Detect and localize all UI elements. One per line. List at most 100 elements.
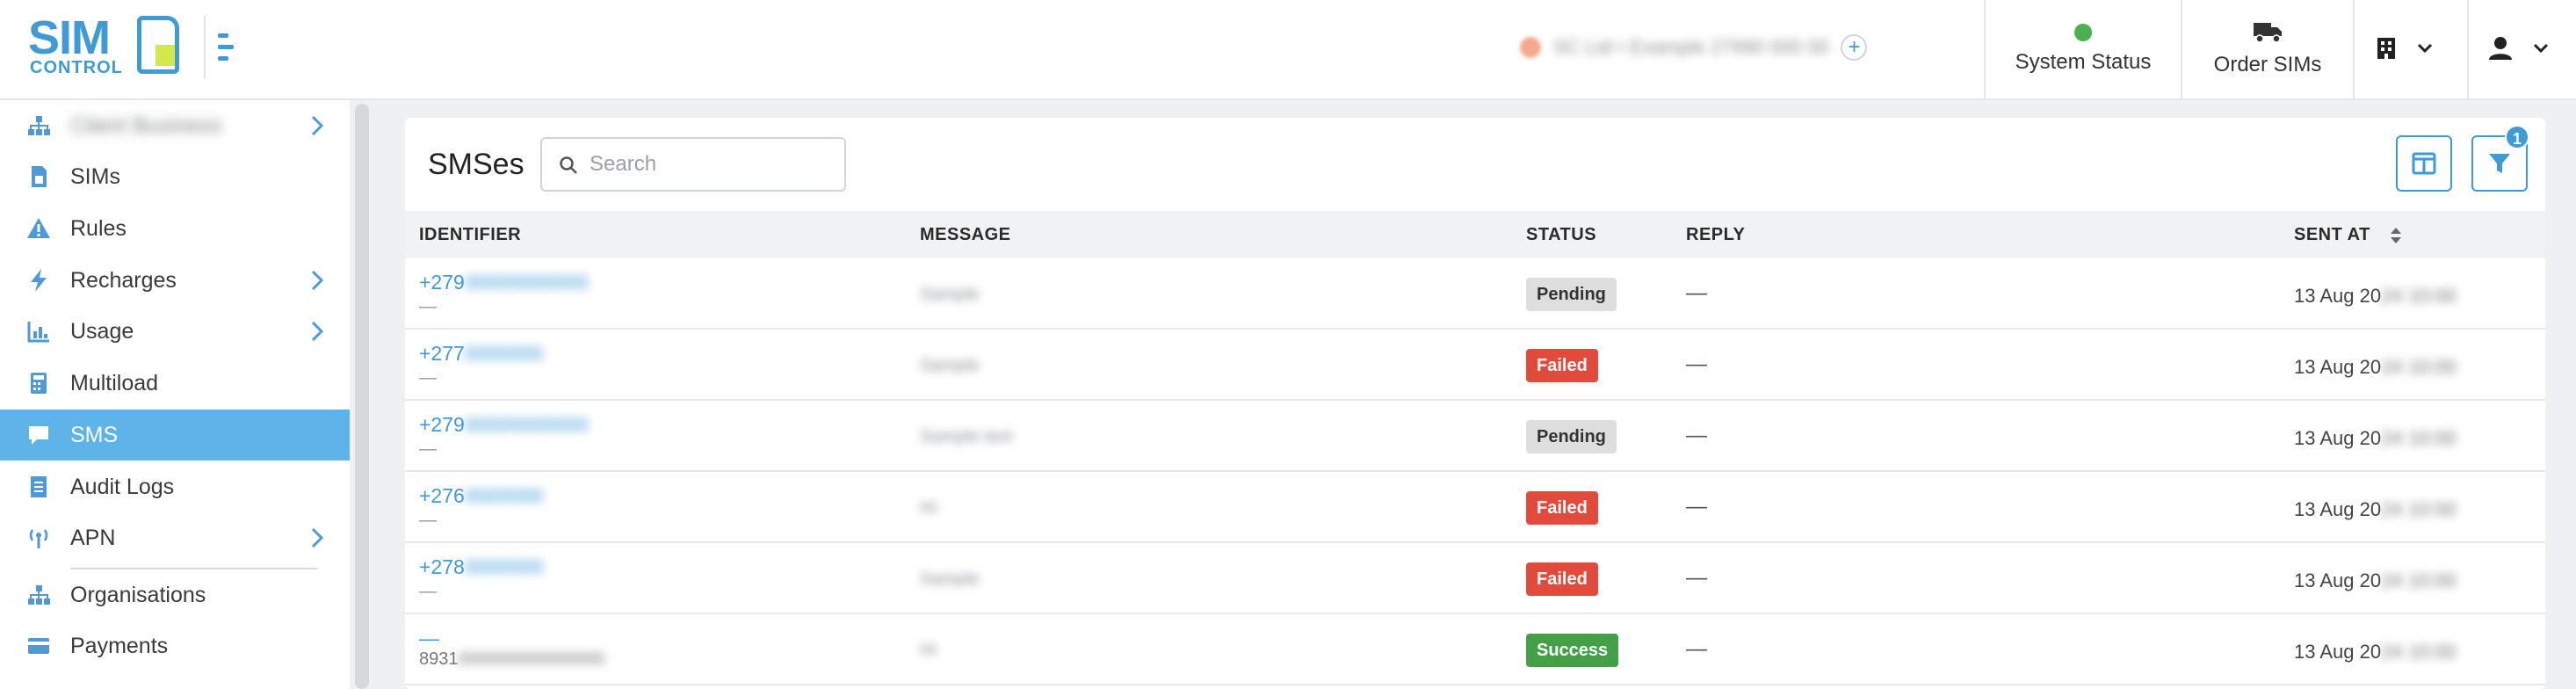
user-menu[interactable] [2488,26,2550,70]
document-icon [31,476,47,497]
identifier-link[interactable]: +2780000000 [419,555,543,579]
reply-text: — [1686,281,1707,305]
sidebar-item-label: Recharges [70,267,177,293]
sidebar-item-label: Payments [70,633,169,658]
sms-card: SMSes 1 IDENTIFIER MESSAGE STATUS REPLY … [405,118,2545,689]
table-row[interactable]: +2780000000 — Sample Failed — 13 Aug 202… [405,543,2545,614]
add-account-button[interactable]: + [1841,34,1868,61]
sidebar-item-label: Multiload [70,370,159,395]
sent-at-text: 13 Aug 2024 10:00 [2294,427,2457,449]
system-status-button[interactable]: System Status [1986,0,2181,98]
system-status-label: System Status [2015,50,2152,74]
message-text: Sample [920,569,980,589]
order-sims-button[interactable]: Order SIMs [2182,0,2353,98]
identifier-sub: 8931000000000000000 [419,649,605,669]
sort-icon[interactable] [2389,225,2403,246]
chevron-right-icon [311,527,324,548]
user-icon [2489,37,2512,60]
menu-toggle-icon[interactable] [218,32,239,63]
truck-icon [2254,23,2282,43]
column-sent-at[interactable]: SENT AT [2294,225,2370,245]
page-title: SMSes [428,148,525,181]
sidebar-item-payments[interactable]: Payments [0,620,350,671]
chevron-right-icon [311,270,324,291]
identifier-link[interactable]: +27900000000000 [419,413,589,437]
chevron-down-icon [2417,43,2433,54]
status-badge: Failed [1526,562,1598,596]
sidebar-item-rules[interactable]: Rules [0,203,350,254]
identifier-link[interactable]: — [419,627,439,650]
identifier-link[interactable]: +27900000000000 [419,271,589,294]
sitemap-icon [28,585,50,605]
comment-icon [29,426,48,445]
calculator-icon [31,373,47,394]
logo-subtext: CONTROL [30,58,123,77]
sidebar-item-sims[interactable]: SIMs [0,151,350,202]
header-divider [204,16,206,79]
sidebar-item-audit-logs[interactable]: Audit Logs [0,461,350,512]
chart-icon [27,322,49,343]
account-name: SC Ltd • Example 27990 000 00 [1553,36,1829,58]
table-row[interactable]: +2760000000 — Hi Failed — 13 Aug 2024 10… [405,472,2545,543]
column-identifier: IDENTIFIER [419,225,522,244]
message-text: Sample [920,285,980,304]
sidebar-item-apn[interactable]: APN [0,512,350,563]
table-row[interactable]: +27900000000000 — Sample Pending — 13 Au… [405,258,2545,330]
identifier-link[interactable]: +2760000000 [419,484,543,508]
identifier-link[interactable]: +2770000000 [419,342,543,366]
order-sims-label: Order SIMs [2213,53,2322,76]
message-text: Sample text [920,427,1013,446]
status-badge: Failed [1526,491,1598,525]
sim-card-icon [32,166,47,187]
sent-at-text: 13 Aug 2024 10:00 [2294,641,2457,663]
identifier-sub: — [419,368,437,388]
table-row[interactable]: +2770000000 — Sample Failed — 13 Aug 202… [405,330,2545,401]
column-reply: REPLY [1686,225,1746,244]
building-icon [2377,38,2395,59]
sidebar-item-multiload[interactable]: Multiload [0,358,350,409]
sidebar-item-sms[interactable]: SMS [0,410,350,461]
status-dot-icon [2074,24,2092,41]
sidebar-scrollbar[interactable] [355,104,369,689]
table-row[interactable]: — 8931000000000000000 Hi Success — 13 Au… [405,614,2545,685]
table-row[interactable]: +27900000000000 — Sample text Pending — … [405,401,2545,472]
filter-count-badge: 1 [2505,125,2529,149]
sent-at-text: 13 Aug 2024 10:00 [2294,356,2457,378]
columns-button[interactable] [2396,135,2452,192]
reply-text: — [1686,495,1707,519]
account-selector[interactable]: SC Ltd • Example 27990 000 00 + [1520,32,1868,63]
chevron-down-icon [2533,43,2549,54]
search-box[interactable] [540,137,846,192]
sidebar-item-label: Rules [70,215,127,241]
sidebar-item-recharges[interactable]: Recharges [0,255,350,306]
message-text: Hi [920,498,937,518]
status-badge: Pending [1526,420,1617,453]
sidebar-item-usage[interactable]: Usage [0,306,350,357]
simcontrol-logo[interactable]: SIM CONTROL [28,14,185,77]
sidebar-item-label: APN [70,525,116,550]
search-input[interactable] [590,152,827,177]
message-text: Sample [920,356,980,375]
reply-text: — [1686,424,1707,447]
identifier-sub: — [419,511,437,530]
sidebar-item-label: SMS [70,422,119,447]
reply-text: — [1686,637,1707,661]
credit-card-icon [28,638,49,654]
organisation-menu[interactable] [2376,26,2434,70]
logo-text: SIM [28,11,111,64]
column-message: MESSAGE [920,225,1011,244]
sidebar-item-organisations[interactable]: Organisations [0,569,350,620]
sent-at-text: 13 Aug 2024 10:00 [2294,498,2457,520]
column-status: STATUS [1526,225,1597,244]
bolt-icon [31,269,47,292]
sidebar-item-label: SIMs [70,163,120,189]
sidebar-item-client[interactable]: Client Business [0,100,350,151]
filter-icon [2489,154,2510,173]
header-separator [2353,0,2355,98]
identifier-sub: — [419,439,437,459]
sidebar: Client Business SIMs Rules Recharges Usa… [0,100,350,689]
sent-at-text: 13 Aug 2024 10:00 [2294,285,2457,307]
sidebar-item-label: Audit Logs [70,474,175,499]
top-header: SIM CONTROL SC Ltd • Example 27990 000 0… [0,0,2576,100]
sim-card-logo-icon [137,16,179,74]
